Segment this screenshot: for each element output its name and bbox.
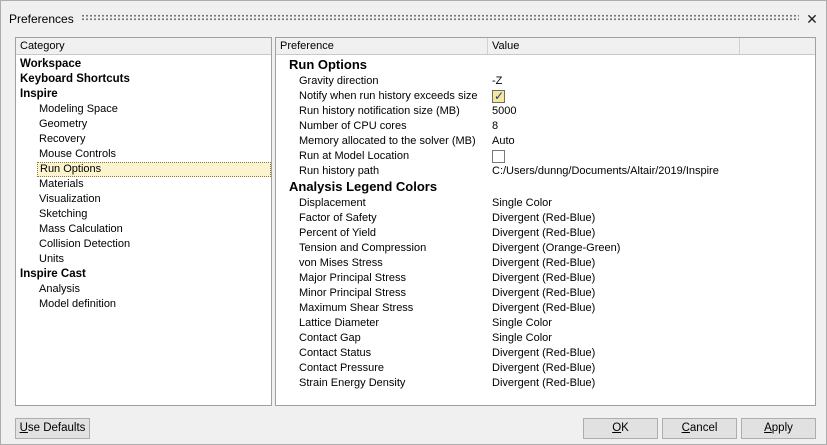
pref-value[interactable]: Divergent (Red-Blue) bbox=[492, 346, 595, 361]
category-item-workspace[interactable]: Workspace bbox=[18, 57, 83, 72]
pref-value[interactable]: Divergent (Red-Blue) bbox=[492, 301, 595, 316]
pref-value[interactable]: 8 bbox=[492, 119, 498, 134]
pref-label: Tension and Compression bbox=[299, 242, 427, 254]
pref-value[interactable]: Single Color bbox=[492, 196, 552, 211]
pref-row-memory-allocated-to-the-solver-mb[interactable]: Memory allocated to the solver (MB) Auto bbox=[276, 134, 815, 149]
category-item-modeling-space[interactable]: Modeling Space bbox=[37, 102, 120, 117]
pref-row-tension-and-compression[interactable]: Tension and Compression Divergent (Orange… bbox=[276, 241, 815, 256]
apply-button[interactable]: Apply bbox=[741, 418, 816, 439]
pref-row-major-principal-stress[interactable]: Major Principal Stress Divergent (Red-Blu… bbox=[276, 271, 815, 286]
pref-label: Run history notification size (MB) bbox=[299, 105, 460, 117]
pref-label: Notify when run history exceeds size bbox=[299, 90, 478, 102]
pref-row-contact-pressure[interactable]: Contact Pressure Divergent (Red-Blue) bbox=[276, 361, 815, 376]
pref-label: Contact Status bbox=[299, 347, 372, 359]
category-item-run-options[interactable]: Run Options bbox=[37, 162, 271, 177]
pref-row-factor-of-safety[interactable]: Factor of Safety Divergent (Red-Blue) bbox=[276, 211, 815, 226]
pref-label: Strain Energy Density bbox=[299, 377, 406, 389]
pref-row-von-mises-stress[interactable]: von Mises Stress Divergent (Red-Blue) bbox=[276, 256, 815, 271]
pref-row-notify-when-run-history-exceeds-size[interactable]: Notify when run history exceeds size ✓ bbox=[276, 89, 815, 104]
pref-value[interactable]: Divergent (Red-Blue) bbox=[492, 361, 595, 376]
pref-value[interactable]: Divergent (Red-Blue) bbox=[492, 376, 595, 391]
pref-value[interactable]: 5000 bbox=[492, 104, 516, 119]
pref-row-percent-of-yield[interactable]: Percent of Yield Divergent (Red-Blue) bbox=[276, 226, 815, 241]
section-title-analysis-legend-colors: Analysis Legend Colors bbox=[289, 179, 438, 194]
pref-row-displacement[interactable]: Displacement Single Color bbox=[276, 196, 815, 211]
pref-row-contact-gap[interactable]: Contact Gap Single Color bbox=[276, 331, 815, 346]
section-title-run-options: Run Options bbox=[289, 57, 367, 72]
pref-value[interactable]: -Z bbox=[492, 74, 502, 89]
close-icon: ✕ bbox=[806, 11, 818, 27]
category-item-model-definition[interactable]: Model definition bbox=[37, 297, 118, 312]
pref-row-run-at-model-location[interactable]: Run at Model Location bbox=[276, 149, 815, 164]
category-item-collision-detection[interactable]: Collision Detection bbox=[37, 237, 132, 252]
pref-value[interactable]: Single Color bbox=[492, 331, 552, 346]
category-header: Category bbox=[16, 38, 271, 55]
pref-label: Minor Principal Stress bbox=[299, 287, 406, 299]
pref-row-minor-principal-stress[interactable]: Minor Principal Stress Divergent (Red-Blu… bbox=[276, 286, 815, 301]
category-item-analysis[interactable]: Analysis bbox=[37, 282, 82, 297]
category-item-keyboard-shortcuts[interactable]: Keyboard Shortcuts bbox=[18, 72, 132, 87]
category-item-visualization[interactable]: Visualization bbox=[37, 192, 103, 207]
pref-value[interactable]: Divergent (Red-Blue) bbox=[492, 286, 595, 301]
pref-row-strain-energy-density[interactable]: Strain Energy Density Divergent (Red-Blue… bbox=[276, 376, 815, 391]
preference-panel: Preference Value Run Options Gravity dire… bbox=[275, 37, 816, 406]
category-item-geometry[interactable]: Geometry bbox=[37, 117, 89, 132]
pref-label: Displacement bbox=[299, 197, 366, 209]
category-item-mass-calculation[interactable]: Mass Calculation bbox=[37, 222, 125, 237]
category-item-mouse-controls[interactable]: Mouse Controls bbox=[37, 147, 118, 162]
pref-value[interactable]: Divergent (Red-Blue) bbox=[492, 271, 595, 286]
category-column-header[interactable]: Category bbox=[16, 38, 271, 54]
drag-grip[interactable] bbox=[81, 14, 799, 21]
pref-label: Number of CPU cores bbox=[299, 120, 407, 132]
value-column-header[interactable]: Value bbox=[488, 38, 740, 54]
category-item-recovery[interactable]: Recovery bbox=[37, 132, 87, 147]
preference-column-header[interactable]: Preference bbox=[276, 38, 488, 54]
run-at-model-location-checkbox[interactable] bbox=[492, 150, 505, 163]
use-defaults-button[interactable]: Use Defaults bbox=[15, 418, 90, 439]
pref-value[interactable]: Single Color bbox=[492, 316, 552, 331]
pref-label: Major Principal Stress bbox=[299, 272, 406, 284]
category-item-sketching[interactable]: Sketching bbox=[37, 207, 89, 222]
pref-label: Lattice Diameter bbox=[299, 317, 380, 329]
pref-value[interactable]: Auto bbox=[492, 134, 515, 149]
category-item-materials[interactable]: Materials bbox=[37, 177, 86, 192]
pref-value[interactable]: C:/Users/dunng/Documents/Altair/2019/Ins… bbox=[492, 164, 719, 179]
close-button[interactable]: ✕ bbox=[803, 10, 821, 28]
extra-column-header bbox=[740, 38, 815, 54]
pref-row-number-of-cpu-cores[interactable]: Number of CPU cores 8 bbox=[276, 119, 815, 134]
pref-label: Contact Gap bbox=[299, 332, 361, 344]
pref-row-contact-status[interactable]: Contact Status Divergent (Red-Blue) bbox=[276, 346, 815, 361]
pref-label: Memory allocated to the solver (MB) bbox=[299, 135, 476, 147]
ok-button[interactable]: OK bbox=[583, 418, 658, 439]
dialog-title: Preferences bbox=[9, 12, 74, 26]
pref-row-gravity-direction[interactable]: Gravity direction -Z bbox=[276, 74, 815, 89]
check-mark-icon: ✓ bbox=[494, 89, 505, 103]
pref-value[interactable]: Divergent (Red-Blue) bbox=[492, 226, 595, 241]
preference-header: Preference Value bbox=[276, 38, 815, 55]
pref-row-run-history-path[interactable]: Run history path C:/Users/dunng/Documents… bbox=[276, 164, 815, 179]
category-item-inspire[interactable]: Inspire bbox=[18, 87, 60, 102]
pref-label: Percent of Yield bbox=[299, 227, 377, 239]
category-panel: Category Workspace Keyboard Shortcuts Insp… bbox=[15, 37, 272, 406]
pref-label: Maximum Shear Stress bbox=[299, 302, 414, 314]
pref-row-maximum-shear-stress[interactable]: Maximum Shear Stress Divergent (Red-Blue) bbox=[276, 301, 815, 316]
preferences-dialog: Preferences ✕ Category Workspace Keyboard… bbox=[0, 0, 827, 445]
pref-label: Contact Pressure bbox=[299, 362, 384, 374]
pref-row-run-history-notification-size-mb[interactable]: Run history notification size (MB) 5000 bbox=[276, 104, 815, 119]
pref-value[interactable]: Divergent (Red-Blue) bbox=[492, 256, 595, 271]
pref-value[interactable]: Divergent (Orange-Green) bbox=[492, 241, 620, 256]
pref-row-lattice-diameter[interactable]: Lattice Diameter Single Color bbox=[276, 316, 815, 331]
pref-label: Gravity direction bbox=[299, 75, 379, 87]
category-item-units[interactable]: Units bbox=[37, 252, 66, 267]
pref-label: Run history path bbox=[299, 165, 380, 177]
cancel-button[interactable]: Cancel bbox=[662, 418, 737, 439]
pref-label: Run at Model Location bbox=[299, 150, 410, 162]
category-item-inspire-cast[interactable]: Inspire Cast bbox=[18, 267, 88, 282]
pref-label: von Mises Stress bbox=[299, 257, 383, 269]
pref-value[interactable]: Divergent (Red-Blue) bbox=[492, 211, 595, 226]
pref-label: Factor of Safety bbox=[299, 212, 377, 224]
notify-when-run-history-exceeds-size-checkbox[interactable]: ✓ bbox=[492, 89, 505, 103]
title-bar[interactable]: Preferences ✕ bbox=[1, 1, 826, 33]
